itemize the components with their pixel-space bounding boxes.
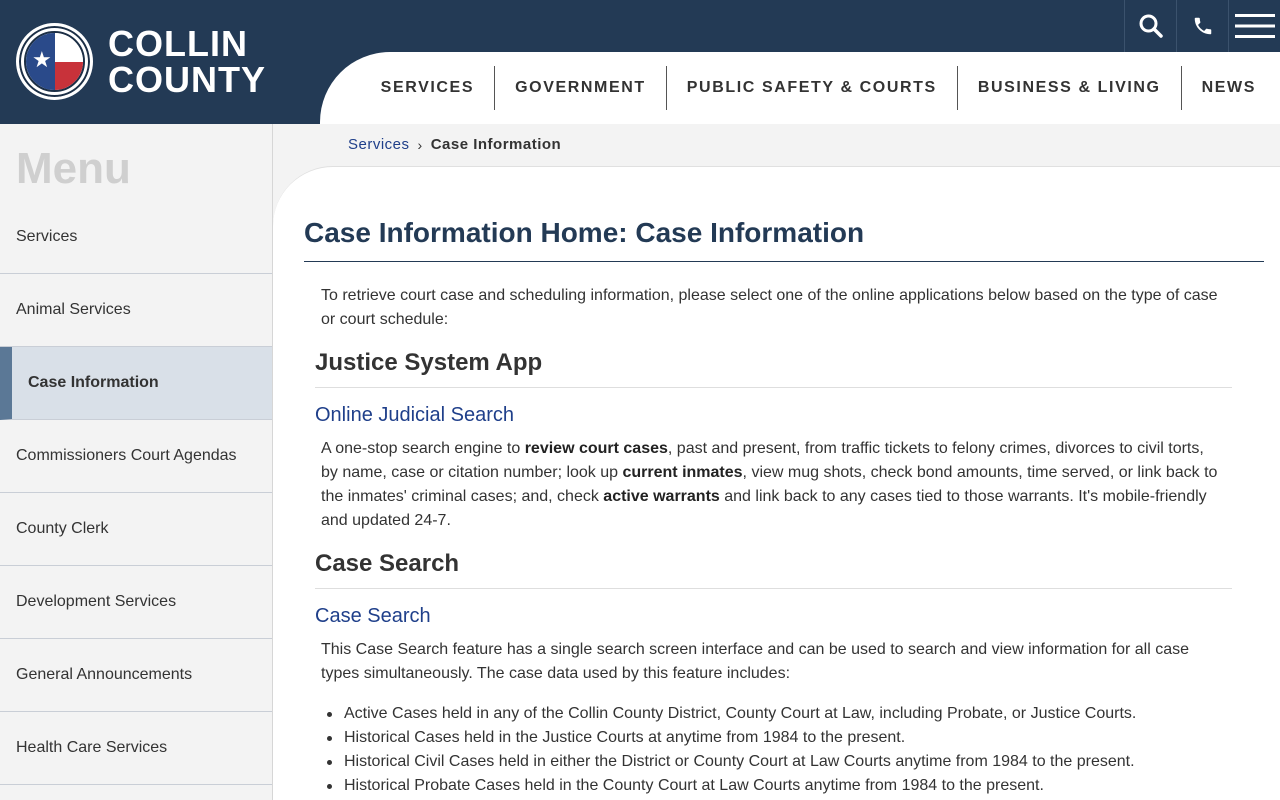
online-judicial-search-description: A one-stop search engine to review court…: [321, 437, 1221, 533]
nav-business-living[interactable]: BUSINESS & LIVING: [956, 66, 1181, 110]
nav-government[interactable]: GOVERNMENT: [494, 66, 666, 110]
intro-text: To retrieve court case and scheduling in…: [321, 287, 1218, 328]
breadcrumb-current: Case Information: [430, 136, 562, 153]
main-nav: SERVICES GOVERNMENT PUBLIC SAFETY & COUR…: [320, 52, 1280, 124]
logo-line-1: COLLIN: [108, 22, 248, 64]
sidebar-item-general-announcements[interactable]: General Announcements: [0, 639, 272, 712]
list-item: Active Cases held in any of the Collin C…: [327, 702, 1244, 726]
phone-icon: [1194, 17, 1211, 35]
hamburger-menu-button[interactable]: [1228, 0, 1280, 52]
site-header: ★ COLLIN COUNTY SERVICES GOVERNMENT PUBL…: [0, 0, 1280, 124]
case-search-description: This Case Search feature has a single se…: [321, 641, 1190, 682]
list-item: Historical Probate Cases held in the Cou…: [327, 774, 1244, 798]
search-icon: [1139, 14, 1163, 38]
sidebar-item-county-clerk[interactable]: County Clerk: [0, 493, 272, 566]
case-search-link[interactable]: Case Search: [315, 605, 431, 628]
description-bold: current inmates: [622, 464, 743, 481]
online-judicial-search-link[interactable]: Online Judicial Search: [315, 404, 514, 427]
breadcrumb: Services › Case Information: [348, 136, 561, 153]
sidebar-title: Menu: [16, 144, 131, 193]
logo-text: COLLIN COUNTY: [108, 22, 266, 100]
county-seal-icon: ★: [16, 23, 93, 100]
list-item: Historical Cases held in the Justice Cou…: [327, 726, 1244, 750]
phone-button[interactable]: [1176, 0, 1228, 52]
section-heading-justice-system-app: Justice System App: [315, 349, 1232, 388]
list-item: Historical Civil Cases held in either th…: [327, 750, 1244, 774]
description-text: A one-stop search engine to: [321, 440, 525, 457]
description-bold: active warrants: [603, 488, 720, 505]
sidebar-item-animal-services[interactable]: Animal Services: [0, 274, 272, 347]
section-heading-case-search: Case Search: [315, 550, 1232, 589]
sidebar-item-case-information[interactable]: Case Information: [0, 347, 272, 420]
case-data-list: Active Cases held in any of the Collin C…: [327, 702, 1244, 798]
sidebar-item-commissioners-court-agendas[interactable]: Commissioners Court Agendas: [0, 420, 272, 493]
chevron-right-icon: ›: [417, 136, 423, 153]
description-bold: review court cases: [524, 440, 668, 457]
sidebar-item-health-care-services[interactable]: Health Care Services: [0, 712, 272, 785]
breadcrumb-link-services[interactable]: Services: [348, 136, 410, 153]
nav-public-safety-courts[interactable]: PUBLIC SAFETY & COURTS: [665, 66, 957, 110]
site-logo[interactable]: ★ COLLIN COUNTY: [16, 23, 266, 100]
sidebar: Menu Services Animal Services Case Infor…: [0, 124, 273, 800]
hamburger-icon: [1234, 14, 1275, 38]
nav-services[interactable]: SERVICES: [361, 66, 494, 110]
search-button[interactable]: [1124, 0, 1176, 52]
main-content: Case Information Home: Case Information …: [273, 166, 1280, 800]
sidebar-item-development-services[interactable]: Development Services: [0, 566, 272, 639]
nav-news[interactable]: NEWS: [1180, 66, 1280, 110]
sidebar-item-services[interactable]: Services: [0, 201, 272, 274]
logo-line-2: COUNTY: [108, 58, 266, 100]
header-tools: [1124, 0, 1280, 52]
page-title: Case Information Home: Case Information: [304, 217, 1264, 262]
